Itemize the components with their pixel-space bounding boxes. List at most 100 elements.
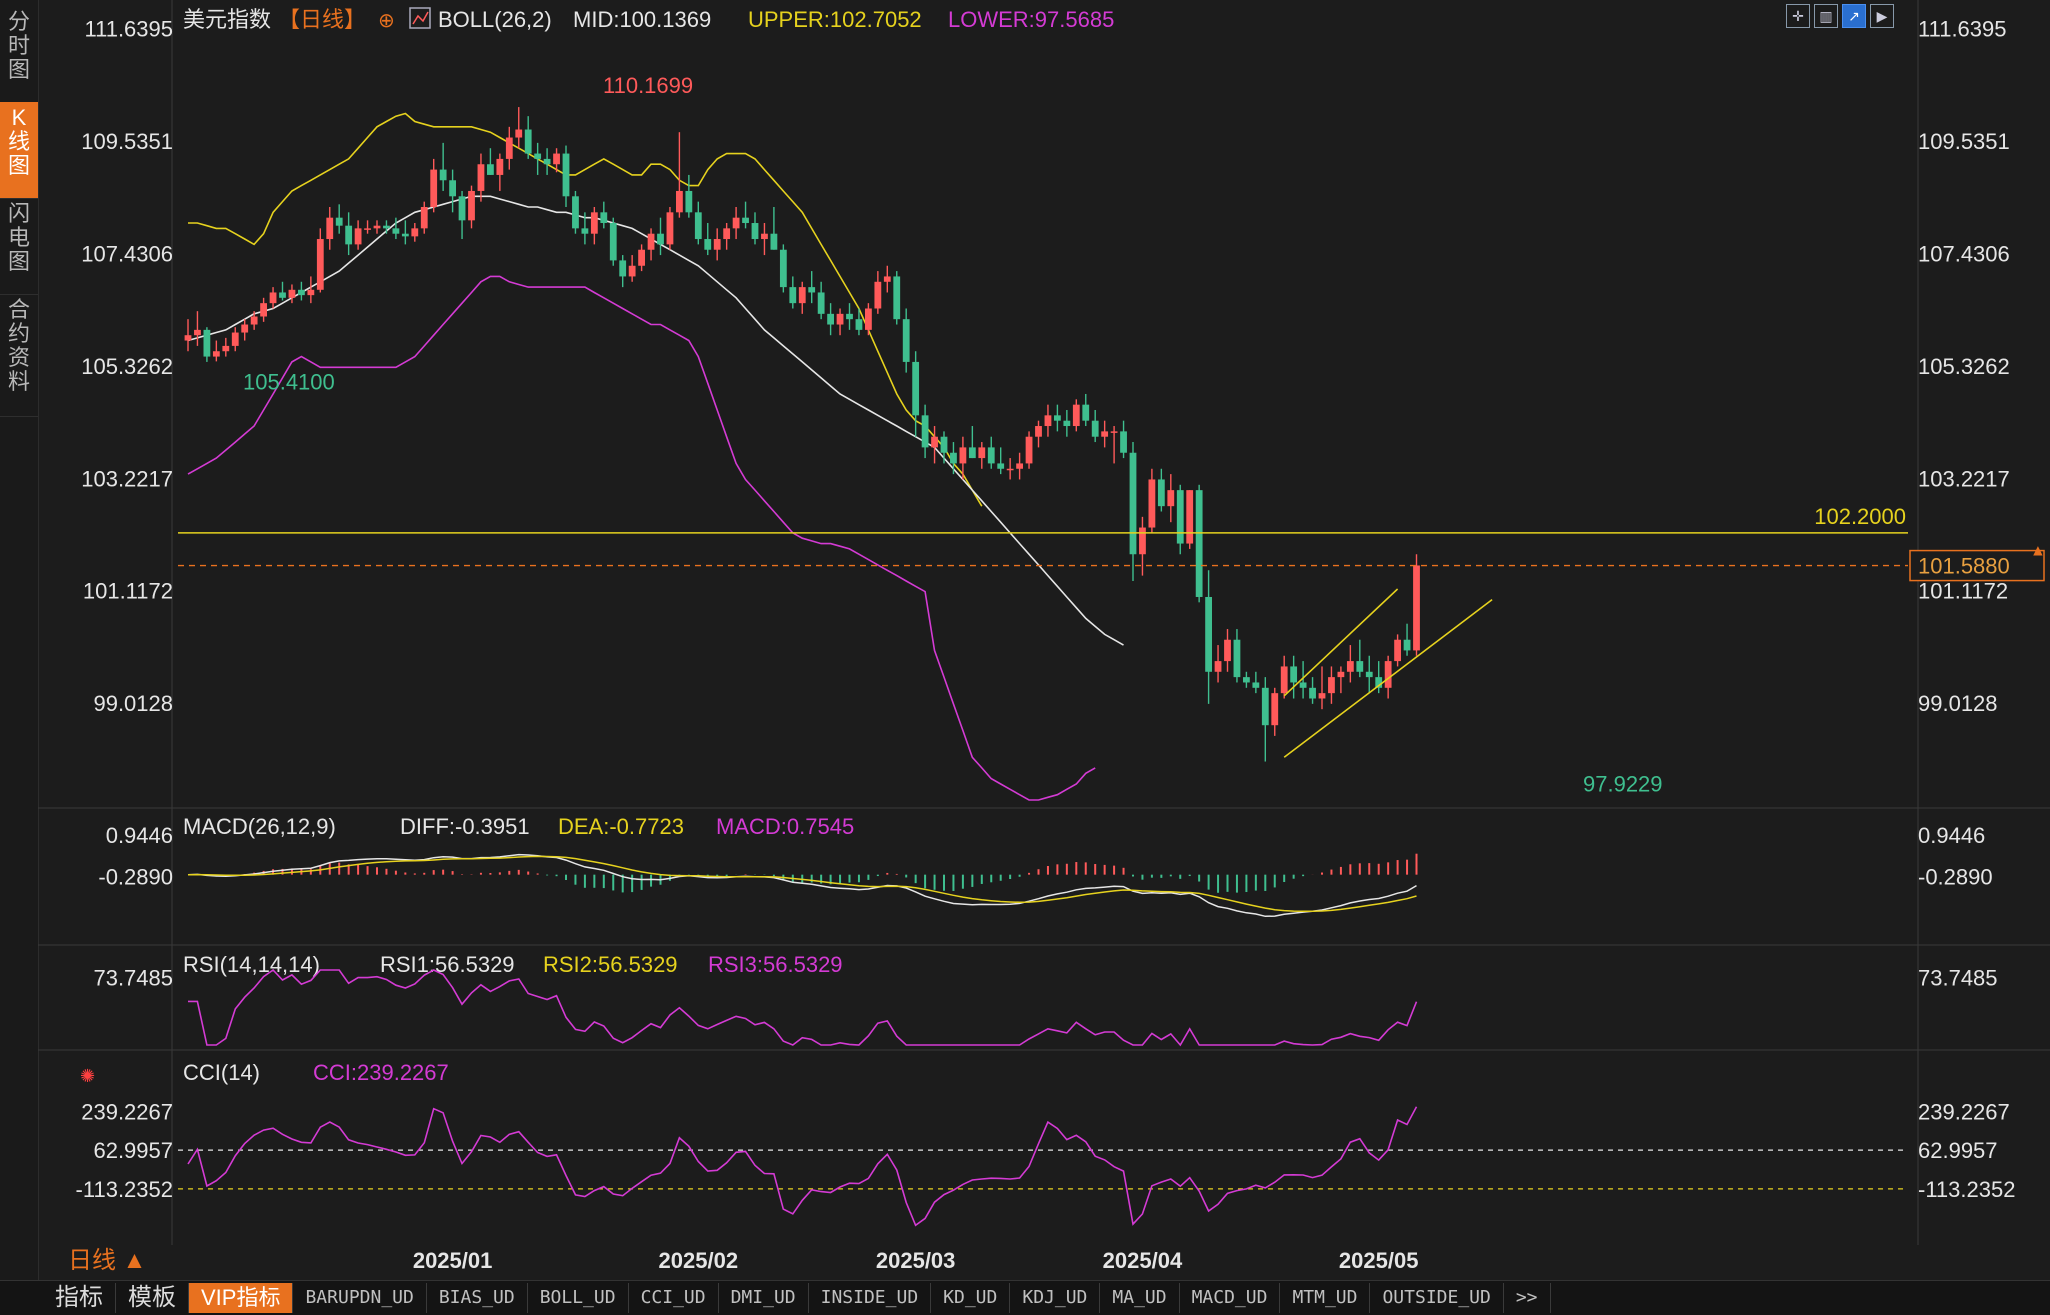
candle-body: [184, 335, 192, 341]
last-price-label: 101.5880: [1918, 554, 2010, 579]
kline-chart[interactable]: 美元指数 【日线】 ⊕ BOLL(26,2) MID:100.1369 UPPER:102…: [38, 0, 2050, 1280]
candle-body: [1016, 463, 1023, 469]
candle-body: [1006, 468, 1014, 471]
candle-body: [1413, 565, 1420, 651]
y-tick-right-4: 103.2217: [1918, 466, 2010, 491]
candle-body: [468, 190, 475, 221]
indicator-tab-kd-ud[interactable]: KD_UD: [931, 1283, 1011, 1313]
y-tick-left-2: 107.4306: [81, 241, 173, 266]
candle-body: [836, 313, 844, 325]
rsi-y-tick-right-0: 73.7485: [1918, 965, 1998, 990]
y-tick-left-6: 99.0128: [93, 691, 173, 716]
candle-body: [1167, 490, 1175, 507]
rsi2-value: RSI2:56.5329: [543, 952, 678, 977]
sidebar-tab-0[interactable]: 分时图: [0, 6, 38, 103]
candle-body: [354, 228, 362, 245]
rsi-label: RSI(14,14,14): [183, 952, 320, 977]
y-tick-right-5: 101.1172: [1918, 579, 2008, 604]
candle-body: [1309, 687, 1316, 699]
candle-body: [1271, 693, 1279, 726]
indicator-tab-macd-ud[interactable]: MACD_UD: [1180, 1283, 1281, 1313]
candle-body: [1280, 666, 1288, 694]
y-tick-right-1: 109.5351: [1918, 129, 2010, 154]
candle-body: [1252, 682, 1260, 688]
candle-body: [1054, 415, 1061, 421]
candle-body: [1205, 596, 1212, 672]
cci-value: CCI:239.2267: [313, 1060, 449, 1085]
candle-body: [676, 190, 683, 213]
cci-y-tick-left-1: 62.9957: [93, 1138, 173, 1163]
candle-body: [326, 217, 334, 240]
candle-body: [1403, 639, 1411, 651]
sidebar-tab-1[interactable]: K线图: [0, 102, 38, 199]
candle-body: [893, 276, 901, 320]
candle-body: [1195, 490, 1203, 597]
indicator-tab-dmi-ud[interactable]: DMI_UD: [719, 1283, 809, 1313]
candle-body: [231, 332, 239, 346]
candle-body: [1318, 693, 1326, 699]
settings-icon: ✺: [80, 1066, 95, 1086]
macd-diff-line: [187, 853, 1417, 918]
candle-body: [609, 223, 617, 261]
more-tabs-button[interactable]: >>: [1504, 1283, 1551, 1313]
candle-body: [770, 233, 778, 250]
candle-body: [1082, 404, 1090, 421]
indicator-tab-inside-ud[interactable]: INSIDE_UD: [809, 1283, 932, 1313]
indicator-tab-kdj-ud[interactable]: KDJ_UD: [1010, 1283, 1101, 1313]
candle-body: [269, 292, 277, 304]
candle-body: [1044, 415, 1052, 427]
candle-body: [1384, 661, 1392, 688]
candle-body: [401, 233, 409, 237]
candle-body: [1025, 436, 1033, 464]
candle-body: [827, 313, 834, 325]
resistance-label: 102.2000: [1814, 504, 1906, 529]
play-icon[interactable]: ▶: [1870, 4, 1894, 28]
candle-body: [1101, 431, 1109, 437]
left-sidebar: 分时图K线图闪电图合约资料: [0, 0, 39, 1314]
template-tab[interactable]: 模板: [116, 1283, 189, 1313]
boll-mid-value: MID:100.1369: [573, 7, 711, 32]
candle-body: [590, 212, 598, 234]
candle-body: [1120, 431, 1127, 453]
candle-body: [1356, 661, 1364, 672]
candle-body: [1063, 420, 1071, 427]
candle-body: [222, 345, 230, 352]
crosshair-icon[interactable]: ✛: [1786, 4, 1810, 28]
line-tool-icon[interactable]: ↗: [1842, 4, 1866, 28]
channel-lower-line: [1283, 599, 1493, 758]
indicator-tab-main[interactable]: 指标: [0, 1283, 116, 1313]
candle-body: [288, 289, 296, 298]
indicator-tab-mtm-ud[interactable]: MTM_UD: [1280, 1283, 1371, 1313]
sidebar-tab-2[interactable]: 闪电图: [0, 198, 38, 295]
low2-annotation: 97.9229: [1583, 771, 1663, 796]
candle-body: [997, 463, 1005, 469]
candle-style-icon[interactable]: ▥: [1814, 4, 1838, 28]
candle-body: [383, 225, 390, 229]
cci-label: CCI(14): [183, 1060, 260, 1085]
y-tick-right-3: 105.3262: [1918, 354, 2010, 379]
candle-body: [940, 436, 948, 453]
y-tick-left-5: 101.1172: [83, 579, 173, 604]
vip-indicator-tab[interactable]: VIP指标: [189, 1283, 294, 1313]
indicator-tab-bias-ud[interactable]: BIAS_UD: [427, 1283, 528, 1313]
candle-body: [921, 415, 929, 448]
candle-body: [1157, 479, 1165, 507]
candle-body: [694, 212, 702, 240]
macd-y-tick-right-0: 0.9446: [1918, 823, 1985, 848]
indicator-tab-ma-ud[interactable]: MA_UD: [1100, 1283, 1180, 1313]
candle-body: [392, 228, 400, 234]
candle-body: [912, 361, 920, 416]
price-up-arrow: ▲: [2030, 543, 2046, 560]
indicator-tab-boll-ud[interactable]: BOLL_UD: [528, 1283, 629, 1313]
indicator-tab-outside-ud[interactable]: OUTSIDE_UD: [1370, 1283, 1504, 1313]
candle-body: [931, 436, 938, 448]
candle-body: [1394, 639, 1401, 662]
candle-body: [742, 217, 749, 224]
candle-body: [581, 228, 589, 234]
indicator-tab-cci-ud[interactable]: CCI_UD: [629, 1283, 719, 1313]
sidebar-tab-3[interactable]: 合约资料: [0, 294, 38, 417]
candle-body: [1299, 682, 1307, 688]
rsi-line: [188, 968, 1418, 1047]
y-tick-right-6: 99.0128: [1918, 691, 1998, 716]
indicator-tab-barupdn-ud[interactable]: BARUPDN_UD: [293, 1283, 427, 1313]
